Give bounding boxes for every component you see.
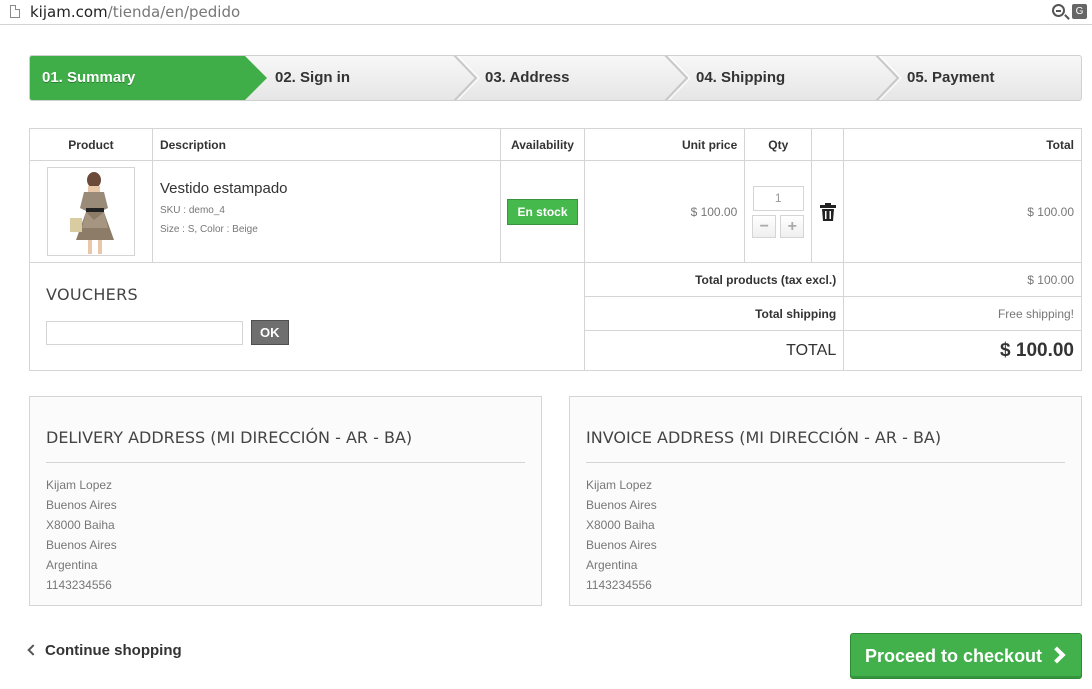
invoice-address-box: INVOICE ADDRESS (MI DIRECCIÓN - AR - BA)… — [569, 396, 1082, 606]
header-description: Description — [151, 128, 501, 161]
address-line: Kijam Lopez — [586, 478, 653, 492]
step-separator — [661, 56, 695, 100]
product-attributes[interactable]: Size : S, Color : Beige — [160, 224, 500, 235]
total-shipping-value: Free shipping! — [843, 296, 1082, 331]
chevron-left-icon — [27, 644, 39, 656]
product-sku: SKU : demo_4 — [159, 205, 225, 216]
checkout-label: Proceed to checkout — [865, 646, 1043, 666]
address-line: X8000 Baiha — [46, 518, 115, 532]
total-products-value: $ 100.00 — [843, 262, 1082, 297]
product-thumbnail[interactable] — [46, 167, 135, 256]
header-qty: Qty — [744, 128, 813, 161]
url-host: kijam.com — [30, 3, 108, 21]
header-unit-price: Unit price — [584, 128, 746, 161]
voucher-input[interactable] — [46, 320, 243, 345]
header-total: Total — [843, 128, 1082, 161]
stock-badge: En stock — [507, 198, 578, 225]
step-shipping-label: 04. Shipping — [696, 69, 786, 86]
step-separator — [872, 56, 906, 100]
translate-icon[interactable]: G — [1072, 4, 1087, 19]
address-line: Buenos Aires — [586, 538, 657, 552]
continue-shopping-link[interactable]: Continue shopping — [27, 642, 182, 659]
step-address-label: 03. Address — [485, 69, 570, 86]
qty-cell: 1 − + — [744, 160, 813, 263]
step-payment-label: 05. Payment — [907, 69, 995, 86]
proceed-to-checkout-button[interactable]: Proceed to checkout — [850, 633, 1082, 679]
address-line: 1143234556 — [586, 578, 652, 592]
step-separator — [450, 56, 484, 100]
delivery-address-lines: Kijam Lopez Buenos Aires X8000 Baiha Bue… — [46, 475, 525, 595]
table-row: Vestido estampado SKU : demo_4 Size : S,… — [29, 160, 1082, 263]
product-image-cell — [29, 160, 153, 263]
quantity-input[interactable]: 1 — [752, 185, 804, 211]
quantity-stepper: − + — [752, 214, 805, 238]
address-line: X8000 Baiha — [586, 518, 655, 532]
qty-increase-button[interactable]: + — [780, 214, 805, 238]
cart-header-row: Product Description Availability Unit pr… — [29, 128, 1082, 161]
header-availability: Availability — [499, 128, 586, 161]
qty-decrease-button[interactable]: − — [752, 214, 777, 238]
trash-icon[interactable] — [819, 202, 836, 221]
step-shipping[interactable]: 04. Shipping — [696, 56, 785, 100]
chevron-right-icon — [1048, 646, 1066, 664]
description-cell: Vestido estampado SKU : demo_4 Size : S,… — [151, 160, 501, 263]
voucher-ok-button[interactable]: OK — [251, 320, 289, 345]
url-path: /tienda/en/pedido — [107, 3, 241, 21]
continue-shopping-label: Continue shopping — [45, 642, 182, 659]
grand-total-label: TOTAL — [584, 330, 845, 371]
product-name[interactable]: Vestido estampado — [160, 180, 500, 197]
address-line: Kijam Lopez — [46, 478, 113, 492]
address-line: Argentina — [586, 558, 638, 572]
grand-total-value: $ 100.00 — [843, 330, 1082, 371]
address-line: Argentina — [46, 558, 98, 572]
line-total: $ 100.00 — [843, 160, 1082, 263]
zoom-out-icon[interactable] — [1052, 4, 1065, 17]
total-products-label: Total products (tax excl.) — [584, 262, 845, 297]
step-sign-in-label: 02. Sign in — [275, 69, 351, 86]
step-summary-label: 01. Summary — [42, 69, 136, 86]
address-line: 1143234556 — [46, 578, 112, 592]
step-summary: 01. Summary — [30, 56, 267, 100]
address-line: Buenos Aires — [586, 498, 657, 512]
delivery-address-title: DELIVERY ADDRESS (MI DIRECCIÓN - AR - BA… — [46, 397, 525, 463]
header-delete — [811, 128, 845, 161]
unit-price: $ 100.00 — [584, 160, 746, 263]
header-product: Product — [29, 128, 153, 161]
availability-cell: En stock — [499, 160, 586, 263]
totals-row-products: VOUCHERS OK Total products (tax excl.) $… — [28, 262, 1082, 371]
checkout-steps: 01. Summary 02. Sign in 03. Address 04. … — [29, 55, 1082, 101]
invoice-address-lines: Kijam Lopez Buenos Aires X8000 Baiha Bue… — [586, 475, 1065, 595]
invoice-address-title: INVOICE ADDRESS (MI DIRECCIÓN - AR - BA) — [586, 397, 1065, 463]
step-address[interactable]: 03. Address — [485, 56, 570, 100]
browser-url-bar[interactable]: kijam.com/tienda/en/pedido G — [0, 0, 1092, 25]
delete-cell — [811, 160, 845, 263]
step-payment[interactable]: 05. Payment — [907, 56, 995, 100]
delivery-address-box: DELIVERY ADDRESS (MI DIRECCIÓN - AR - BA… — [29, 396, 542, 606]
total-shipping-label: Total shipping — [584, 296, 845, 331]
address-line: Buenos Aires — [46, 498, 117, 512]
page-icon — [10, 5, 20, 18]
cart-table: Product Description Availability Unit pr… — [28, 128, 1082, 371]
url-text[interactable]: kijam.com/tienda/en/pedido — [30, 3, 240, 21]
vouchers-panel: VOUCHERS OK — [28, 262, 586, 371]
vouchers-title: VOUCHERS — [46, 285, 138, 304]
step-sign-in[interactable]: 02. Sign in — [275, 56, 350, 100]
address-line: Buenos Aires — [46, 538, 117, 552]
